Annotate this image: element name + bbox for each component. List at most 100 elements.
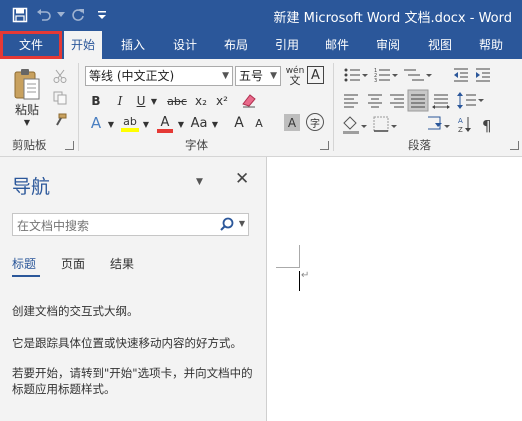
tab-layout[interactable]: 布局 [217,31,255,59]
tab-design[interactable]: 设计 [166,31,204,59]
align-center-icon[interactable] [368,94,382,108]
search-icon[interactable] [220,217,234,234]
bullets-icon[interactable] [344,68,369,82]
chevron-down-icon[interactable]: ▼ [141,117,151,131]
tab-review[interactable]: 审阅 [369,31,407,59]
distributed-icon[interactable] [432,94,450,109]
paste-icon[interactable] [8,65,46,105]
cut-icon[interactable] [50,67,70,85]
nav-pane-title: 导航 [12,176,51,198]
tab-help[interactable]: 帮助 [472,31,510,59]
nav-help-text-1: 创建文档的交互式大纲。 [12,304,139,318]
underline-button[interactable]: U [133,91,149,111]
multilevel-list-icon[interactable] [404,69,432,81]
undo-dropdown-icon[interactable] [56,4,66,26]
strikethrough-button[interactable]: abc [164,91,190,111]
font-launcher-icon[interactable] [320,141,329,150]
font-color-button[interactable]: A [154,113,176,135]
clipboard-group-label: 剪贴板 [12,138,47,152]
copy-icon[interactable] [50,89,70,107]
font-name-combo[interactable]: 等线 (中文正文) ▼ [85,66,233,86]
group-divider [333,63,334,151]
search-options-chevron-icon[interactable]: ▼ [239,219,245,228]
redo-icon[interactable] [66,4,90,26]
italic-button[interactable]: I [110,91,130,111]
group-divider [78,63,79,151]
svg-text:A: A [458,117,463,125]
show-hide-marks-icon[interactable]: ¶ [482,117,492,135]
justify-icon[interactable] [407,89,429,112]
ribbon-home: 粘贴 ▼ 剪贴板 等线 (中文正文) ▼ 五号 ▼ wén 文 A B I U ▼… [0,59,522,157]
underline-dropdown-icon[interactable]: ▼ [149,93,159,109]
chevron-down-icon: ▼ [270,71,277,81]
paste-dropdown-icon[interactable]: ▼ [20,117,34,127]
font-color-swatch [157,128,173,133]
decrease-indent-icon[interactable] [454,68,468,82]
paragraph-tools: 1 2 3 AZ ¶ [343,68,492,135]
font-group-label: 字体 [185,138,208,152]
document-page[interactable]: ↵ [267,157,522,421]
chevron-down-icon: ▼ [222,71,229,81]
tab-mailings[interactable]: 邮件 [318,31,356,59]
text-effects-button[interactable]: A [86,113,106,133]
window-title: 新建 Microsoft Word 文档.docx - Word [273,11,512,26]
change-case-button[interactable]: Aa [188,113,210,133]
navigation-pane: 导航 ▼ ✕ ▼ 标题 页面 结果 创建文档的交互式大纲。 它是跟踪具体位置或快… [0,157,267,421]
paragraph-mark: ↵ [301,270,310,281]
svg-text:¶: ¶ [482,117,492,135]
tab-home[interactable]: 开始 [64,31,102,59]
numbering-icon[interactable]: 1 2 3 [374,68,398,84]
bold-button[interactable]: B [86,91,106,111]
character-shading-button[interactable]: A [284,114,300,131]
sort-icon[interactable]: AZ [458,117,471,134]
highlight-glyph: ab [123,115,137,128]
clipboard-launcher-icon[interactable] [65,141,74,150]
nav-tab-headings[interactable]: 标题 [12,255,36,272]
align-right-icon[interactable] [390,94,404,108]
paste-label[interactable]: 粘贴 [10,101,44,117]
shading-icon[interactable] [343,116,367,134]
nav-search-box[interactable]: ▼ [12,213,249,237]
phonetic-guide-icon[interactable]: wén 文 [284,65,306,87]
chevron-down-icon[interactable]: ▼ [106,117,116,131]
clear-formatting-icon[interactable] [238,89,260,111]
enclose-characters-button[interactable]: 字 [306,113,324,131]
character-border-icon[interactable]: A [307,66,324,84]
grow-font-button[interactable]: A [230,113,248,133]
search-input[interactable] [13,214,209,237]
tab-file[interactable]: 文件 [0,31,62,59]
quick-access-toolbar [8,4,114,26]
superscript-button[interactable]: x² [212,91,232,111]
margin-corner-mark [276,267,300,268]
close-icon[interactable]: ✕ [235,169,249,189]
subscript-button[interactable]: x₂ [191,91,211,111]
paragraph-launcher-icon[interactable] [510,141,519,150]
borders-icon[interactable] [373,116,397,132]
highlight-color-button[interactable]: ab [119,113,141,135]
margin-corner-mark [299,245,300,268]
shrink-font-button[interactable]: A [250,113,268,133]
pane-options-chevron-icon[interactable]: ▼ [196,177,203,187]
nav-help-text-3: 若要开始，请转到"开始"选项卡，并向文档中的标题应用标题样式。 [12,366,253,396]
svg-text:3: 3 [374,78,377,84]
font-color-glyph: A [160,114,170,130]
font-size-combo[interactable]: 五号 ▼ [235,66,281,86]
customize-icon[interactable] [90,4,114,26]
nav-tab-pages[interactable]: 页面 [61,255,85,272]
chevron-down-icon[interactable]: ▼ [210,117,220,131]
nav-tab-results[interactable]: 结果 [110,255,134,272]
save-icon[interactable] [8,4,32,26]
chevron-down-icon[interactable]: ▼ [176,117,186,131]
format-painter-icon[interactable] [50,111,70,129]
tab-insert[interactable]: 插入 [114,31,152,59]
title-bar: 新建 Microsoft Word 文档.docx - Word [0,0,522,31]
font-size-value: 五号 [239,69,264,83]
undo-icon[interactable] [32,4,56,26]
align-left-icon[interactable] [344,94,358,108]
tab-view[interactable]: 视图 [421,31,459,59]
chinese-layout-icon[interactable] [428,116,450,130]
highlight-swatch [121,128,139,132]
tab-references[interactable]: 引用 [268,31,306,59]
increase-indent-icon[interactable] [476,68,490,82]
line-spacing-icon[interactable] [457,92,484,109]
